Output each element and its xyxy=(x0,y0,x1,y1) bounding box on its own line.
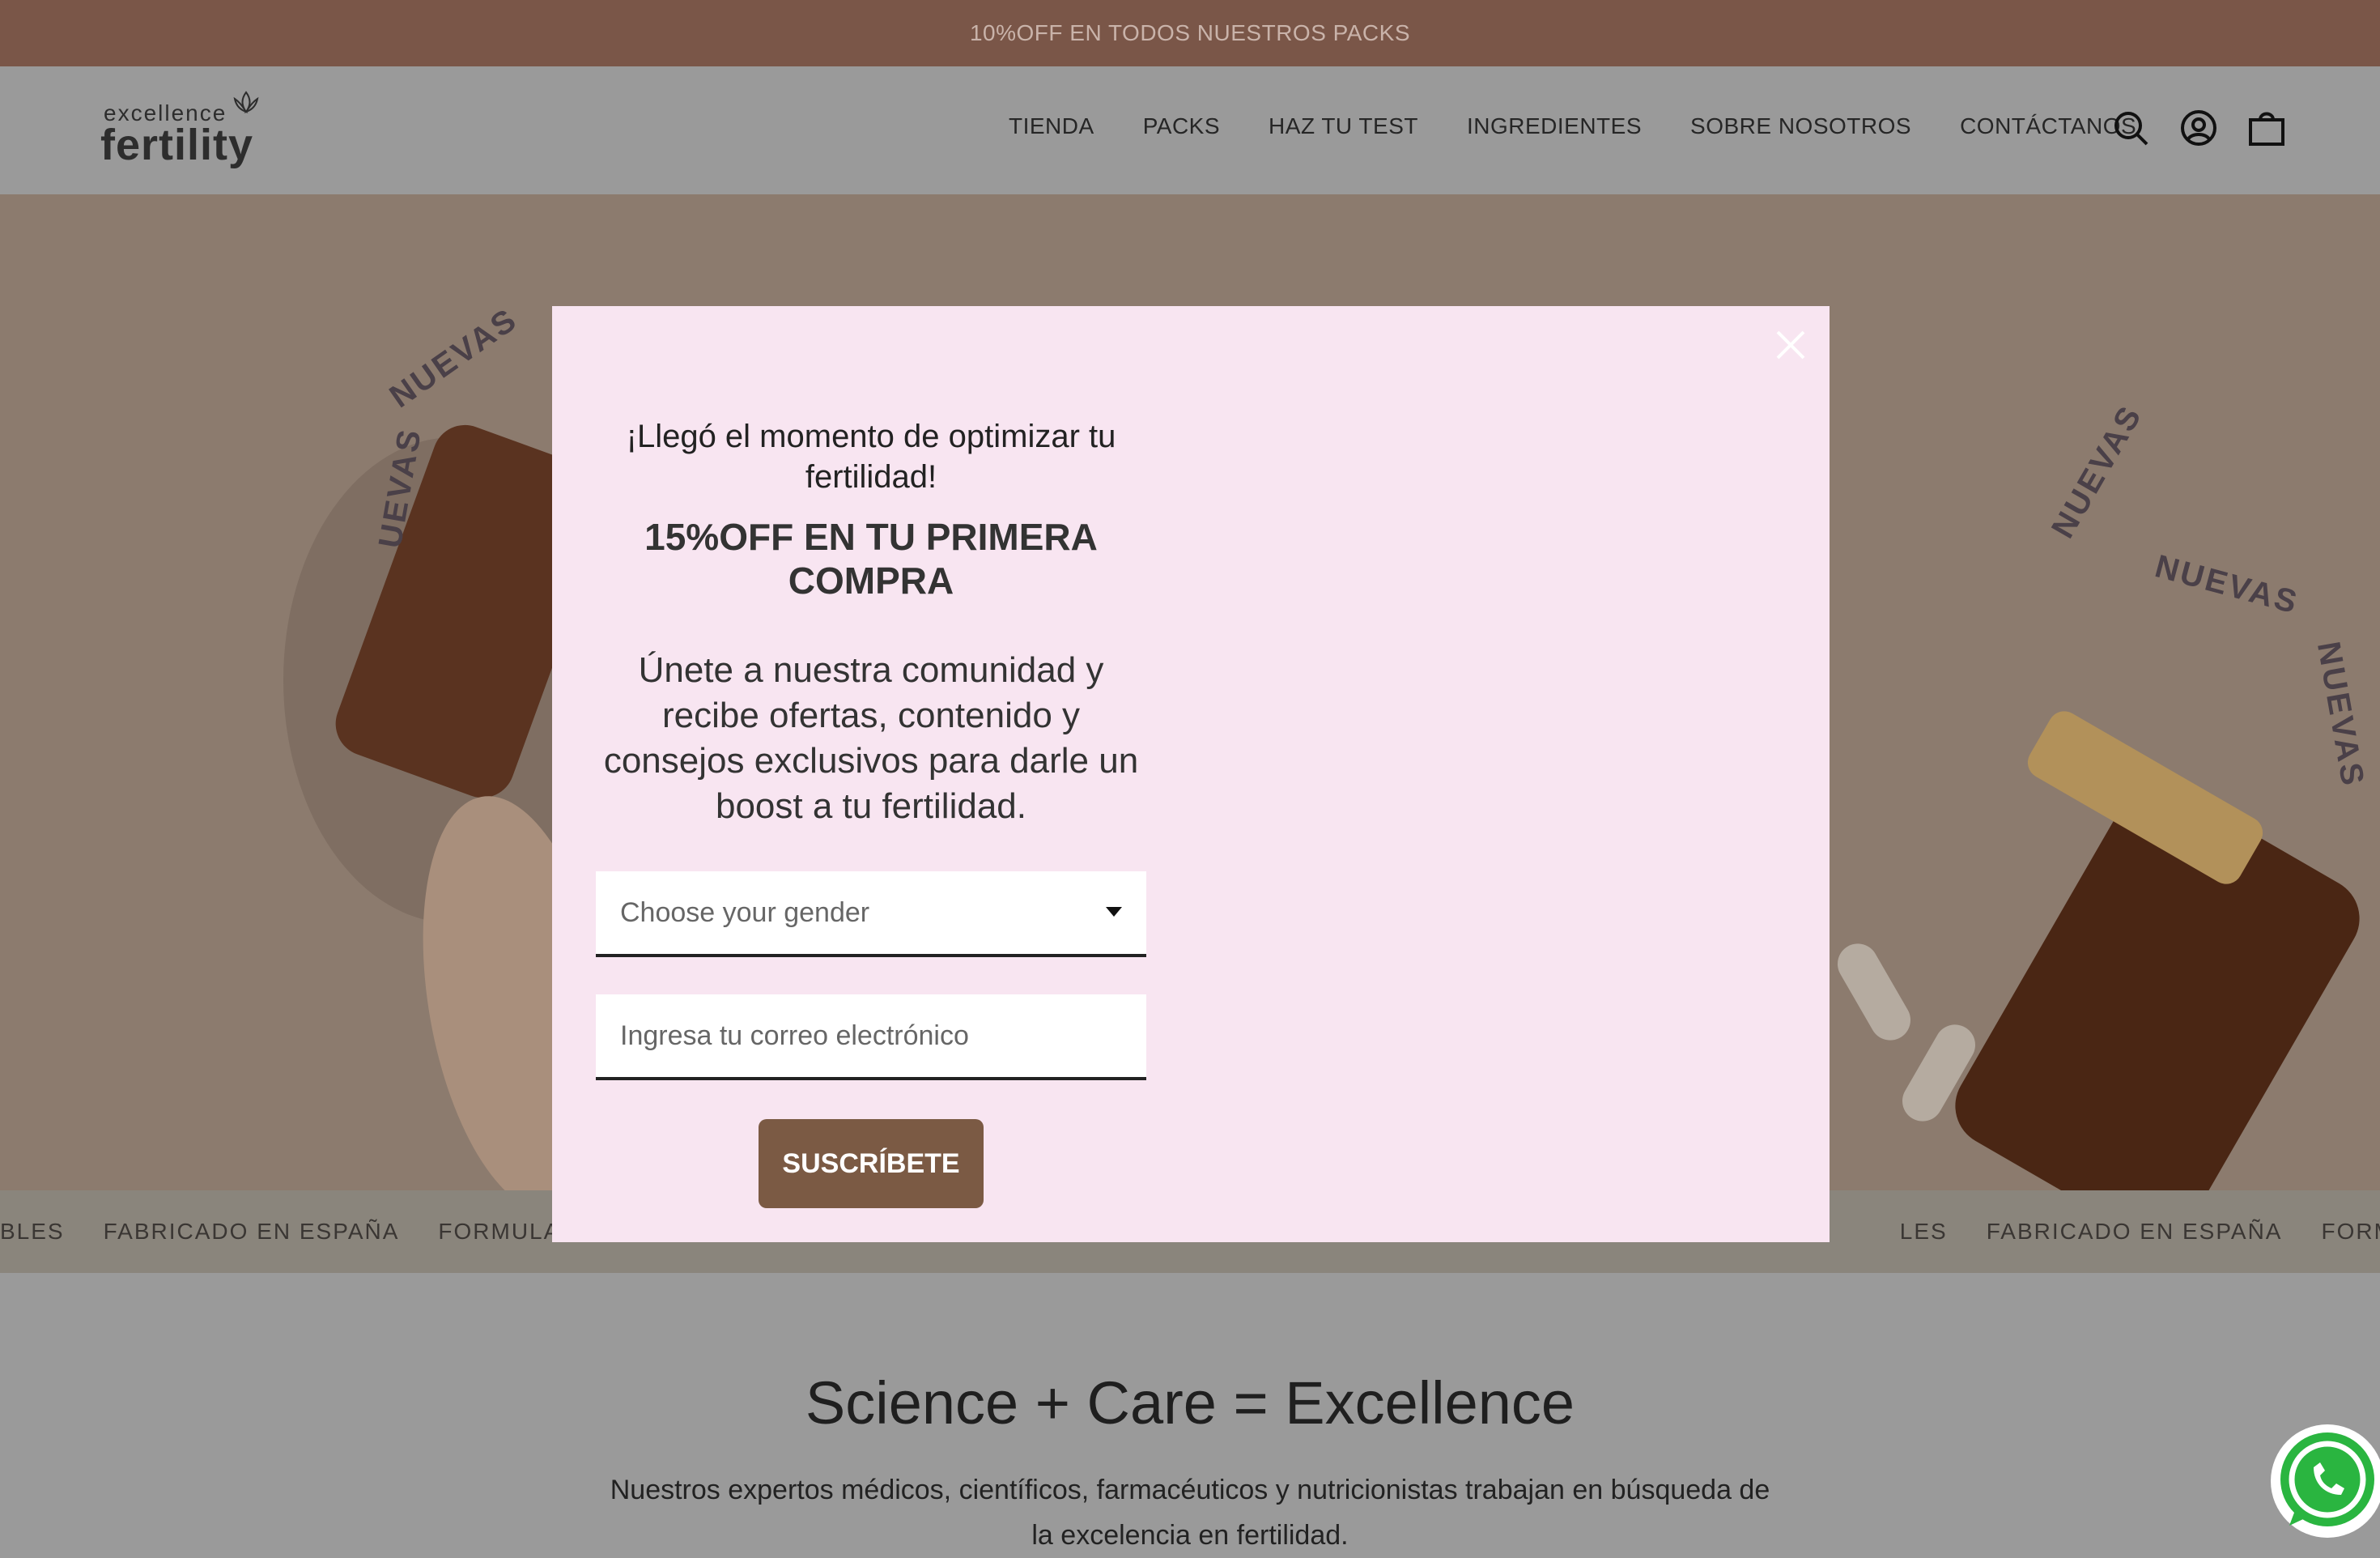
science-title: Science + Care = Excellence xyxy=(0,1369,2380,1437)
ticker-item: BLES xyxy=(0,1219,65,1245)
ticker-item: FORMULADO PO xyxy=(2322,1219,2380,1245)
bag-icon[interactable] xyxy=(2247,109,2286,147)
gender-select[interactable]: Choose your gender xyxy=(596,871,1146,957)
logo-big-text: fertility xyxy=(100,120,253,170)
newsletter-modal: ¡Llegó el momento de optimizar tu fertil… xyxy=(552,306,1830,1242)
site-logo[interactable]: excellence fertility xyxy=(100,89,270,170)
nav-tienda[interactable]: TIENDA xyxy=(1009,113,1094,139)
ticker-item: FABRICADO EN ESPAÑA xyxy=(1987,1219,2283,1245)
science-section: Science + Care = Excellence Nuestros exp… xyxy=(0,1273,2380,1548)
ticker-item: LES xyxy=(1900,1219,1948,1245)
nav-haz-tu-test[interactable]: HAZ TU TEST xyxy=(1269,113,1418,139)
email-placeholder: Ingresa tu correo electrónico xyxy=(620,1020,969,1052)
search-icon[interactable] xyxy=(2111,109,2150,147)
whatsapp-button[interactable] xyxy=(2265,1419,2380,1543)
ticker-item: FABRICADO EN ESPAÑA xyxy=(104,1219,400,1245)
whatsapp-icon xyxy=(2265,1419,2380,1543)
nav-contactanos[interactable]: CONTÁCTANOS xyxy=(1960,113,2136,139)
lotus-icon xyxy=(230,89,262,117)
chevron-down-icon xyxy=(1106,907,1122,917)
nav-ingredientes[interactable]: INGREDIENTES xyxy=(1467,113,1642,139)
nav-sobre-nosotros[interactable]: SOBRE NOSOTROS xyxy=(1690,113,1911,139)
gender-placeholder: Choose your gender xyxy=(620,897,869,929)
close-icon[interactable] xyxy=(1774,329,1807,361)
announcement-text: 10%OFF EN TODOS NUESTROS PACKS xyxy=(970,20,1410,46)
modal-offer: 15%OFF EN TU PRIMERA COMPRA xyxy=(596,515,1146,602)
site-header: excellence fertility TIENDA PACKS HAZ TU… xyxy=(0,66,2380,194)
nav-packs[interactable]: PACKS xyxy=(1143,113,1220,139)
subscribe-button[interactable]: SUSCRÍBETE xyxy=(759,1119,984,1208)
email-field[interactable]: Ingresa tu correo electrónico xyxy=(596,994,1146,1080)
main-nav: TIENDA PACKS HAZ TU TEST INGREDIENTES SO… xyxy=(1009,113,2185,139)
modal-content: ¡Llegó el momento de optimizar tu fertil… xyxy=(596,416,1146,1208)
modal-heading: ¡Llegó el momento de optimizar tu fertil… xyxy=(596,416,1146,497)
announcement-bar: 10%OFF EN TODOS NUESTROS PACKS xyxy=(0,0,2380,66)
account-icon[interactable] xyxy=(2179,109,2218,147)
header-icons xyxy=(2111,109,2286,147)
science-text: Nuestros expertos médicos, científicos, … xyxy=(599,1467,1781,1558)
modal-description: Únete a nuestra comunidad y recibe ofert… xyxy=(596,648,1146,829)
